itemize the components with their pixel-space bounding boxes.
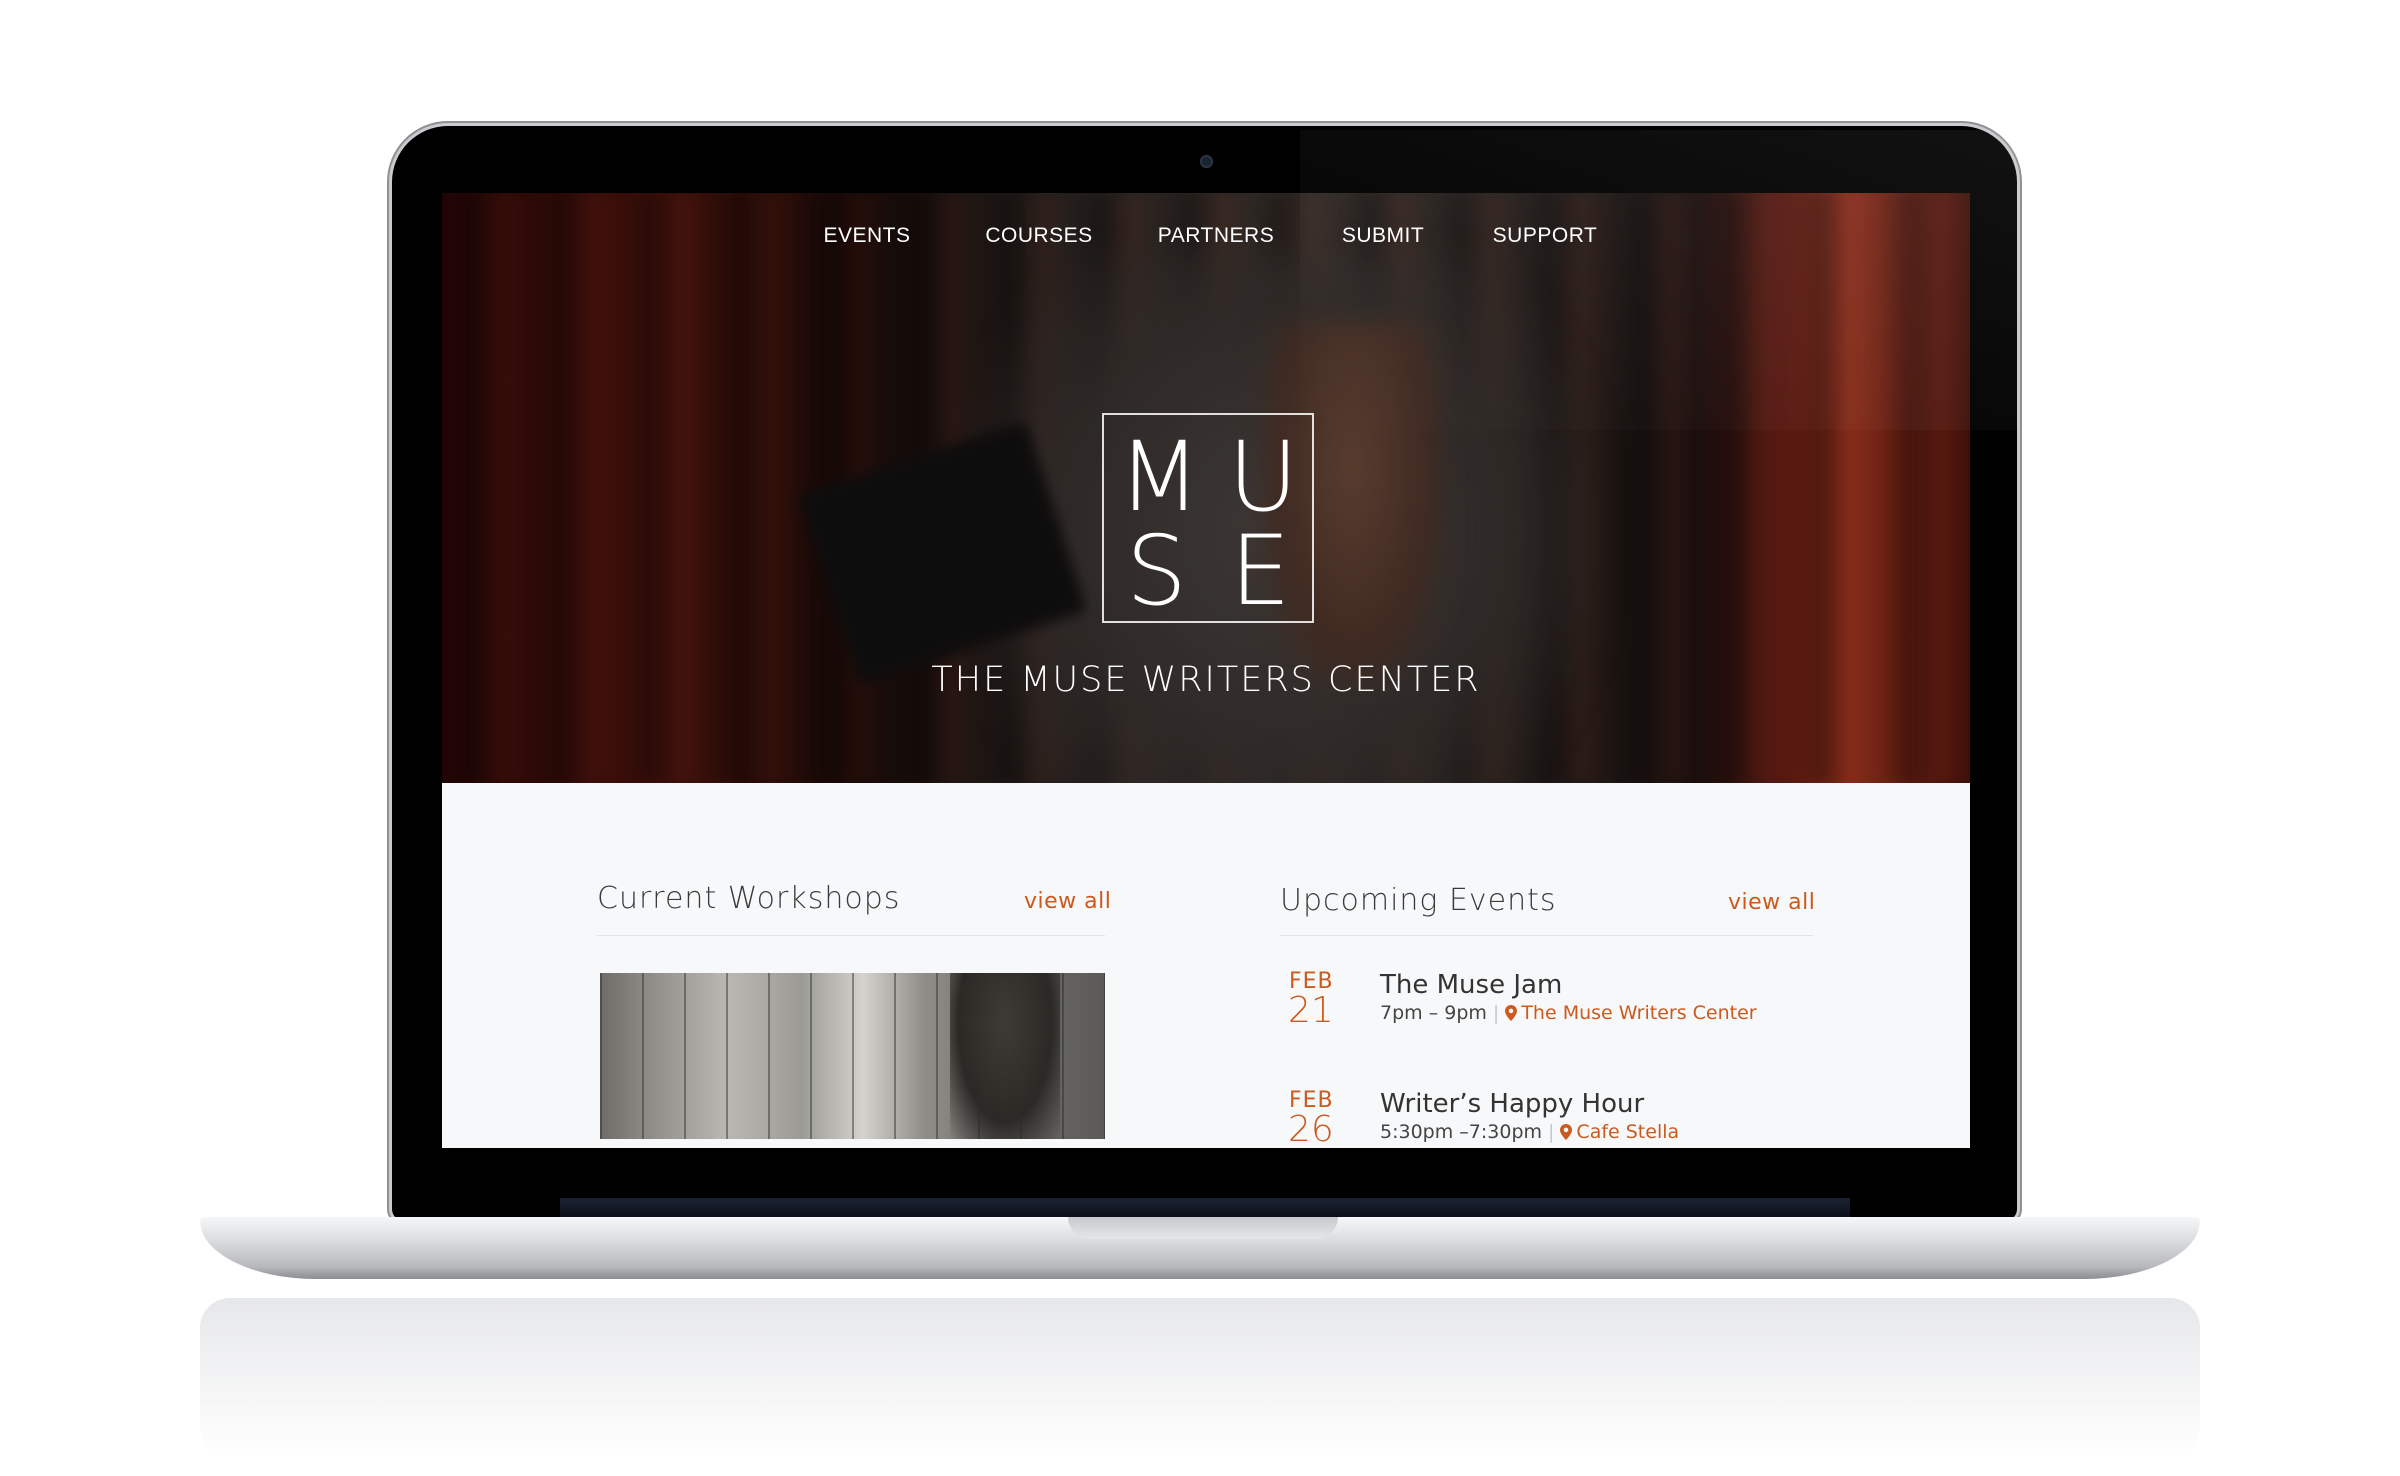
laptop-notch [1068, 1217, 1338, 1239]
main-nav: EVENTS COURSES PARTNERS SUBMIT SUPPORT [442, 224, 1970, 248]
nav-item-courses[interactable]: COURSES [979, 224, 1099, 248]
events-heading: Upcoming Events [1280, 883, 1557, 918]
nav-item-partners[interactable]: PARTNERS [1155, 224, 1277, 248]
event-day: 26 [1288, 1109, 1334, 1148]
logo-letter-s: S [1126, 515, 1187, 627]
event-location: Cafe Stella [1576, 1121, 1680, 1143]
event-location-link[interactable]: The Muse Writers Center [1505, 1002, 1757, 1024]
website-screen: EVENTS COURSES PARTNERS SUBMIT SUPPORT M… [442, 193, 1970, 1148]
muse-logo[interactable]: M U S E [1102, 413, 1314, 623]
site-title: THE MUSE WRITERS CENTER [931, 660, 1481, 700]
event-meta: 7pm – 9pm | The Muse Writers Center [1380, 1002, 1757, 1024]
workshops-heading: Current Workshops [597, 881, 901, 916]
event-title[interactable]: Writer’s Happy Hour [1380, 1089, 1644, 1119]
laptop-reflection [200, 1298, 2200, 1458]
camera-icon [1200, 155, 1213, 168]
events-view-all-link[interactable]: view all [1728, 890, 1815, 915]
hero-section: EVENTS COURSES PARTNERS SUBMIT SUPPORT M… [442, 193, 1970, 783]
logo-letter-e: E [1230, 515, 1291, 627]
nav-item-events[interactable]: EVENTS [811, 224, 923, 248]
laptop-mockup: EVENTS COURSES PARTNERS SUBMIT SUPPORT M… [0, 0, 2400, 1476]
workshops-divider [597, 935, 1105, 936]
workshop-image[interactable] [600, 973, 1105, 1139]
nav-item-submit[interactable]: SUBMIT [1333, 224, 1433, 248]
content-section: Current Workshops view all Upcoming Even… [442, 783, 1970, 1148]
logo-letter-m: M [1118, 421, 1201, 533]
map-pin-icon [1505, 1005, 1518, 1021]
event-title[interactable]: The Muse Jam [1380, 970, 1562, 1000]
event-day: 21 [1288, 990, 1334, 1031]
event-meta: 5:30pm –7:30pm | Cafe Stella [1380, 1121, 1679, 1143]
event-time: 5:30pm –7:30pm [1380, 1121, 1543, 1143]
event-time: 7pm – 9pm [1380, 1002, 1487, 1024]
event-separator: | [1492, 1002, 1500, 1024]
map-pin-icon [1560, 1124, 1573, 1140]
workshop-image-statue [950, 973, 1060, 1139]
events-divider [1280, 935, 1813, 936]
nav-item-support[interactable]: SUPPORT [1489, 224, 1601, 248]
laptop-hinge [560, 1198, 1850, 1218]
logo-letter-u: U [1228, 421, 1299, 533]
workshops-view-all-link[interactable]: view all [1024, 889, 1111, 914]
event-location: The Muse Writers Center [1521, 1002, 1757, 1024]
event-location-link[interactable]: Cafe Stella [1560, 1121, 1679, 1143]
event-separator: | [1548, 1121, 1555, 1143]
